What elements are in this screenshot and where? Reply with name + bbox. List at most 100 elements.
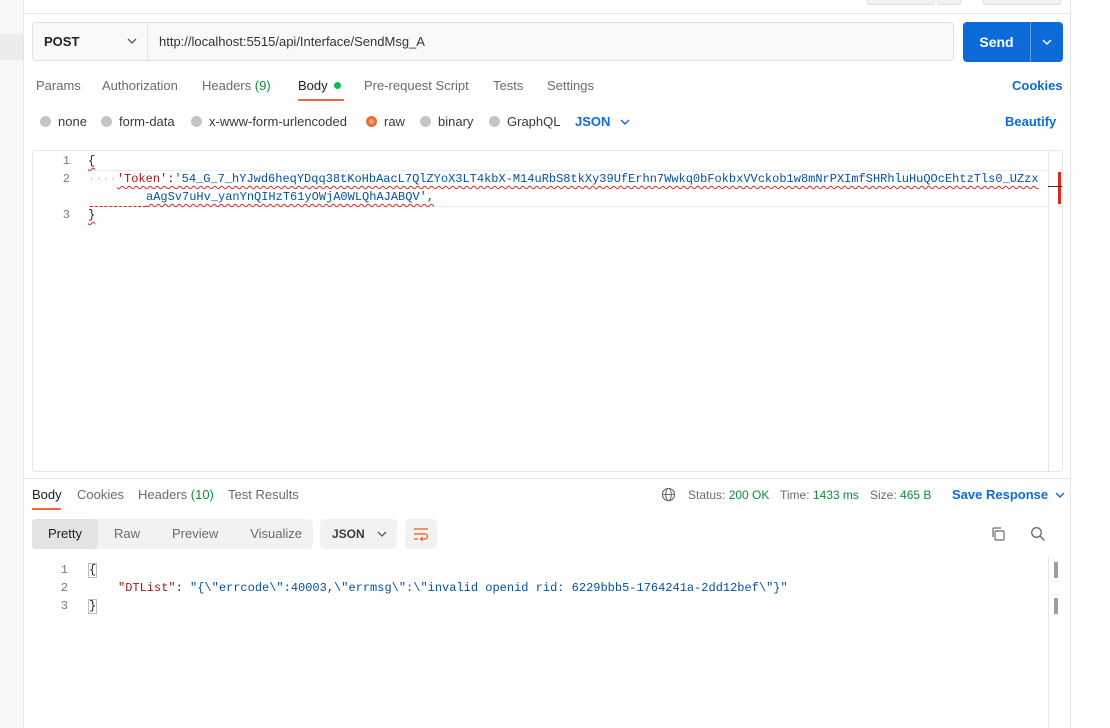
response-tab-headers[interactable]: Headers (10) xyxy=(138,487,214,502)
radio-graphql[interactable]: GraphQL xyxy=(489,114,560,129)
radio-circle xyxy=(420,116,431,127)
globe-icon[interactable] xyxy=(661,487,676,502)
size-value: 465 B xyxy=(900,488,932,502)
cookies-link[interactable]: Cookies xyxy=(1012,78,1063,93)
tab-authorization[interactable]: Authorization xyxy=(102,78,178,93)
response-colon: : xyxy=(175,581,183,595)
radio-circle xyxy=(40,116,51,127)
response-tab-body[interactable]: Body xyxy=(32,487,62,502)
size-meta[interactable]: Size: 465 B xyxy=(870,488,931,502)
tab-headers[interactable]: Headers (9) xyxy=(202,78,271,93)
send-options-button[interactable] xyxy=(1031,37,1063,47)
line-number: 2 xyxy=(60,581,68,595)
radio-none-label: none xyxy=(58,114,87,129)
response-tab-headers-label: Headers xyxy=(138,487,188,502)
radio-none[interactable]: none xyxy=(40,114,87,129)
tab-headers-label: Headers xyxy=(202,78,252,93)
url-bar: POST http://localhost:5515/api/Interface… xyxy=(32,22,954,61)
response-tab-cookies[interactable]: Cookies xyxy=(77,487,124,502)
radio-graphql-label: GraphQL xyxy=(507,114,561,129)
response-format-select[interactable]: JSON xyxy=(320,519,397,549)
token-value-part-1: '54_G_7_hYJwd6heqYDqq38tKoHbAacL7QlZYoX3… xyxy=(174,172,1039,186)
radio-circle xyxy=(191,116,202,127)
chevron-down-icon xyxy=(377,531,387,537)
view-visualize[interactable]: Visualize xyxy=(234,519,318,549)
scroll-marker xyxy=(1054,562,1058,578)
radio-binary[interactable]: binary xyxy=(420,114,473,129)
body-language-select[interactable]: JSON xyxy=(575,114,630,129)
time-value: 1433 ms xyxy=(812,488,859,502)
time-label: Time: xyxy=(780,488,810,502)
scroll-marker xyxy=(1054,598,1058,614)
tab-params[interactable]: Params xyxy=(36,78,81,93)
view-preview[interactable]: Preview xyxy=(156,519,234,549)
size-label: Size: xyxy=(870,488,897,502)
error-squiggle-wrap xyxy=(90,203,146,207)
top-button-stub[interactable] xyxy=(867,0,935,5)
response-value: "{\"errcode\":40003,\"errmsg\":\"invalid… xyxy=(190,581,788,595)
body-language-label: JSON xyxy=(575,114,611,129)
radio-form-data[interactable]: form-data xyxy=(101,114,175,129)
active-tab-underline xyxy=(298,99,344,101)
view-pretty[interactable]: Pretty xyxy=(32,519,98,549)
scroll-indicator xyxy=(1048,186,1062,187)
copy-icon[interactable] xyxy=(990,526,1006,542)
response-line-2[interactable]: "DTList": "{\"errcode\":40003,\"errmsg\"… xyxy=(118,581,788,595)
response-key: "DTList" xyxy=(118,581,176,595)
response-headers-count: (10) xyxy=(190,487,214,502)
line-number: 2 xyxy=(62,172,70,186)
time-meta[interactable]: Time: 1433 ms xyxy=(780,488,859,502)
wrap-lines-icon xyxy=(414,528,429,541)
send-button[interactable]: Send xyxy=(963,22,1063,62)
tab-settings[interactable]: Settings xyxy=(547,78,594,93)
tab-body-label: Body xyxy=(298,78,328,93)
send-label: Send xyxy=(979,34,1014,50)
code-close-brace: } xyxy=(88,208,96,222)
response-close-brace: } xyxy=(88,599,98,614)
top-divider xyxy=(24,13,1070,14)
status-meta[interactable]: Status: 200 OK xyxy=(688,488,769,502)
response-view-tabs: Pretty Raw Preview Visualize xyxy=(32,519,313,549)
tab-pre-request-script[interactable]: Pre-request Script xyxy=(364,78,469,93)
save-response-button[interactable]: Save Response xyxy=(952,487,1065,502)
tab-body[interactable]: Body xyxy=(298,78,341,93)
save-response-label: Save Response xyxy=(952,487,1049,502)
radio-urlencoded[interactable]: x-www-form-urlencoded xyxy=(191,114,347,129)
wrap-lines-button[interactable] xyxy=(405,519,437,549)
view-raw[interactable]: Raw xyxy=(98,519,156,549)
chevron-down-icon xyxy=(620,119,630,125)
headers-count: (9) xyxy=(254,78,271,93)
radio-circle xyxy=(101,116,112,127)
top-button-stub-2[interactable] xyxy=(937,0,961,5)
sidebar-edge-highlight xyxy=(0,34,23,60)
right-panel-edge xyxy=(1070,0,1110,728)
line-number: 1 xyxy=(60,563,68,577)
search-icon[interactable] xyxy=(1030,526,1046,542)
chevron-down-icon xyxy=(1042,39,1052,45)
beautify-link[interactable]: Beautify xyxy=(1005,114,1056,129)
sidebar-edge xyxy=(0,0,24,728)
response-editor-scrollbar-track xyxy=(1048,556,1049,728)
method-label: POST xyxy=(44,34,80,49)
radio-raw[interactable]: raw xyxy=(366,114,405,129)
radio-circle-selected xyxy=(366,116,377,127)
method-select[interactable]: POST xyxy=(33,23,148,60)
code-line-2: ····'Token':'54_G_7_hYJwd6heqYDqq38tKoHb… xyxy=(88,172,1039,186)
tab-tests[interactable]: Tests xyxy=(493,78,523,93)
indent-guide: ···· xyxy=(88,172,117,186)
code-open-brace: { xyxy=(88,154,96,168)
token-key: 'Token' xyxy=(116,172,168,186)
body-indicator-dot xyxy=(333,82,341,89)
radio-form-data-label: form-data xyxy=(119,114,175,129)
line-number: 1 xyxy=(62,154,70,168)
url-input[interactable]: http://localhost:5515/api/Interface/Send… xyxy=(148,34,425,49)
status-value: 200 OK xyxy=(728,488,770,502)
response-tab-test-results[interactable]: Test Results xyxy=(228,487,299,502)
code-line-2-wrap: aAgSv7uHv_yanYnQIHzT61yOWjA0WLQhAJABQV', xyxy=(146,190,434,204)
chevron-down-icon xyxy=(1055,492,1065,498)
radio-raw-label: raw xyxy=(384,114,405,129)
top-button-stub-3[interactable] xyxy=(983,0,1061,5)
error-marker xyxy=(1058,172,1061,204)
request-editor-scrollbar-track xyxy=(1048,150,1049,472)
pane-resize-divider[interactable] xyxy=(24,478,1070,479)
